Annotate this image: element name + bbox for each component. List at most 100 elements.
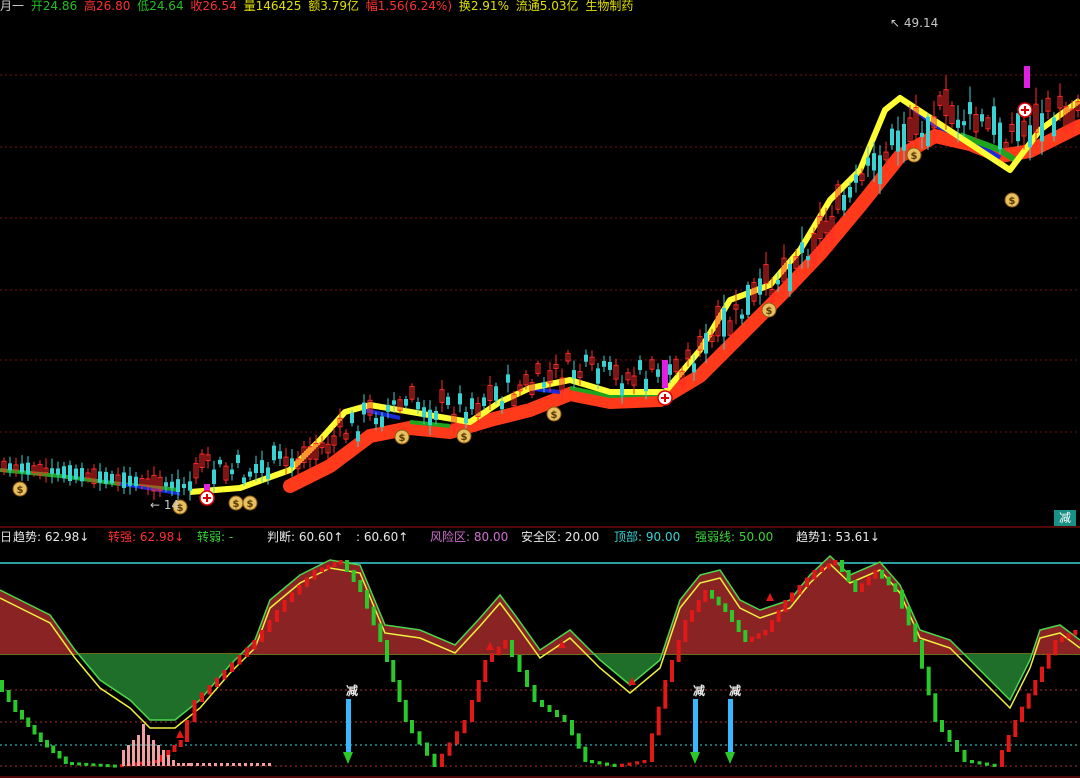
plus-circle-icon bbox=[199, 490, 215, 506]
signal-step bbox=[447, 742, 452, 756]
signal-step bbox=[743, 630, 748, 642]
candle-down bbox=[926, 116, 930, 147]
reduce-arrow-head bbox=[725, 752, 735, 764]
signal-step bbox=[1033, 680, 1038, 696]
signal-step bbox=[547, 705, 552, 712]
candle-down bbox=[404, 399, 408, 406]
signal-step bbox=[192, 700, 197, 722]
signal-step bbox=[860, 583, 864, 592]
signal-step bbox=[627, 762, 632, 766]
signal-step bbox=[57, 751, 62, 759]
buy-signal-arrow bbox=[628, 677, 636, 685]
candle-down bbox=[74, 468, 78, 480]
candle-down bbox=[1028, 125, 1032, 148]
histogram-bar bbox=[182, 763, 185, 766]
candle-down bbox=[644, 378, 648, 392]
signal-step bbox=[683, 620, 688, 642]
signal-step bbox=[120, 764, 124, 768]
signal-step bbox=[222, 670, 227, 680]
signal-step bbox=[483, 660, 488, 682]
signal-step bbox=[1060, 636, 1064, 642]
candle-down bbox=[254, 464, 258, 474]
buy-signal-arrow bbox=[766, 593, 774, 601]
signal-step bbox=[496, 646, 501, 656]
candle-down bbox=[110, 473, 114, 484]
signal-step bbox=[846, 570, 851, 582]
candle-down bbox=[704, 333, 708, 354]
candle-down bbox=[278, 451, 282, 459]
trend1-value: 趋势1: 53.61↓ bbox=[796, 530, 880, 544]
histogram-bar bbox=[208, 763, 211, 766]
money-bag-symbol: $ bbox=[766, 306, 773, 317]
histogram-bar bbox=[202, 763, 205, 766]
money-bag-icon: $ bbox=[394, 429, 410, 445]
candle-down bbox=[1040, 113, 1044, 142]
histogram-bar bbox=[226, 763, 229, 766]
candle-down bbox=[998, 122, 1002, 150]
price-chart[interactable]: $$ $ $$ $$$$$ bbox=[0, 0, 1080, 528]
signal-step bbox=[562, 715, 567, 722]
plus-circle-icon bbox=[657, 390, 673, 406]
signal-step bbox=[783, 600, 788, 612]
candle-down bbox=[230, 469, 234, 475]
signal-step bbox=[510, 640, 514, 657]
money-bag-icon: $ bbox=[242, 495, 258, 511]
signal-step bbox=[992, 763, 997, 767]
reduce-panel-button[interactable]: 减 bbox=[1054, 510, 1076, 526]
candle-down bbox=[188, 481, 192, 491]
signal-step bbox=[133, 762, 138, 766]
signal-step bbox=[605, 762, 609, 766]
signal-step bbox=[200, 692, 204, 702]
candle-down bbox=[248, 471, 252, 477]
signal-step bbox=[38, 732, 43, 742]
signal-step bbox=[476, 680, 481, 702]
signal-step bbox=[820, 566, 824, 572]
signal-step bbox=[1053, 640, 1058, 656]
signal-step bbox=[853, 580, 858, 592]
trend-value: 趋势: 62.98↓ bbox=[13, 530, 90, 544]
signal-step bbox=[756, 633, 761, 639]
signal-step bbox=[826, 563, 831, 569]
histogram-bar bbox=[238, 763, 241, 766]
candle-down bbox=[380, 416, 384, 428]
candle-down bbox=[866, 157, 870, 166]
signal-step bbox=[160, 755, 164, 762]
signal-step bbox=[866, 576, 871, 586]
low-price-label: ← 14 bbox=[150, 498, 180, 512]
signal-step bbox=[620, 763, 624, 767]
money-bag-symbol: $ bbox=[1009, 196, 1016, 207]
money-bag-icon: $ bbox=[1004, 192, 1020, 208]
candle-down bbox=[620, 383, 624, 396]
signal-step bbox=[63, 756, 68, 764]
signal-step bbox=[378, 623, 383, 642]
signal-step bbox=[332, 562, 337, 567]
money-bag-symbol: $ bbox=[461, 432, 468, 443]
candle-down bbox=[104, 471, 108, 484]
candle-down bbox=[668, 364, 672, 375]
top-value: 顶部: 90.00 bbox=[614, 530, 681, 544]
signal-step bbox=[893, 583, 898, 592]
judge-line-yellow bbox=[0, 562, 1080, 729]
money-bag-symbol: $ bbox=[247, 499, 254, 510]
candle-down bbox=[854, 174, 858, 183]
histogram-bar bbox=[167, 755, 170, 766]
candle-down bbox=[596, 368, 600, 384]
low-price-value: 14 bbox=[163, 498, 180, 512]
signal-step bbox=[297, 585, 302, 595]
candle-down bbox=[572, 370, 576, 379]
candle-down bbox=[494, 386, 498, 401]
indicator-header: 日 趋势: 62.98↓ 转强: 62.98↓ 转弱: - 判断: 60.60↑… bbox=[0, 528, 1080, 546]
signal-step bbox=[985, 762, 989, 766]
candle-down bbox=[806, 256, 810, 261]
candle-down bbox=[212, 469, 216, 485]
signal-step bbox=[1006, 735, 1011, 752]
candle-down bbox=[386, 404, 390, 412]
candle-down bbox=[962, 121, 966, 126]
signal-step bbox=[676, 640, 681, 662]
candle-down bbox=[56, 468, 60, 475]
candle-down bbox=[482, 397, 486, 407]
signal-step bbox=[320, 567, 324, 572]
candle-down bbox=[584, 354, 588, 362]
signal-step bbox=[84, 762, 89, 766]
signal-step bbox=[32, 725, 37, 735]
